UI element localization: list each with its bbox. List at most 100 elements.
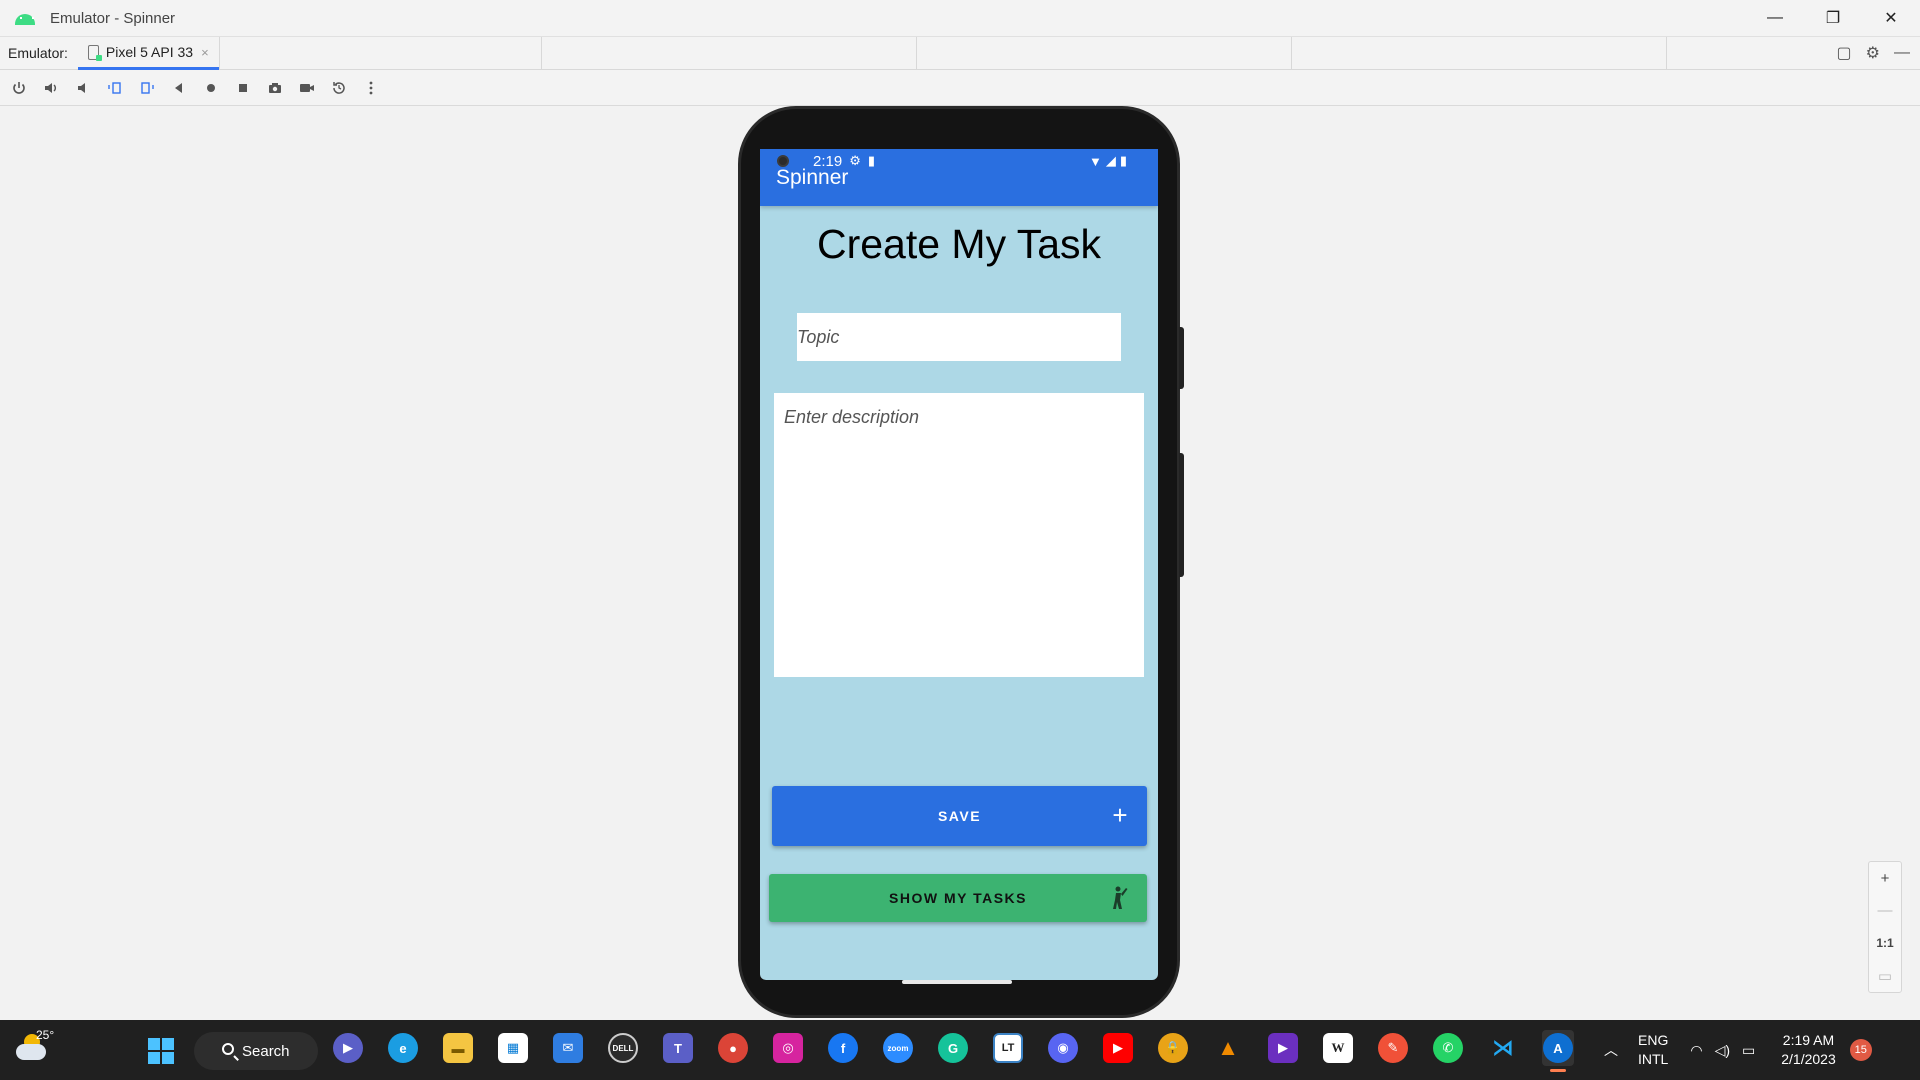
save-button[interactable]: SAVE + (772, 786, 1147, 846)
wikipedia-app-icon[interactable]: W (1322, 1030, 1354, 1066)
device-frame: Spinner Create My Task SAVE + SHOW MY TA… (738, 106, 1184, 1018)
zoom-app-icon[interactable]: zoom (882, 1030, 914, 1066)
vscode-app-icon[interactable]: ⋊ (1487, 1030, 1519, 1066)
notification-badge[interactable]: 15 (1849, 1039, 1872, 1061)
device-volume-rocker[interactable] (1179, 453, 1184, 577)
vpn-app-icon[interactable]: 🔒 (1157, 1030, 1189, 1066)
tab-close-icon[interactable]: × (201, 45, 209, 60)
device-status-bar: 2:19 ⚙ ▮ ▼ ◢ ▮ (757, 142, 1155, 180)
edge-app-icon[interactable]: e (387, 1030, 419, 1066)
restore-button[interactable]: ❐ (1804, 0, 1862, 36)
topic-input[interactable] (797, 313, 1121, 361)
emulator-toolbar (0, 70, 1920, 106)
tab-divider (1290, 37, 1666, 69)
wifi-icon: ◠ (1690, 1041, 1703, 1058)
android-studio-app-icon[interactable]: A (1542, 1030, 1574, 1072)
settings-status-icon: ⚙ (849, 153, 861, 168)
hide-panel-icon[interactable]: — (1894, 44, 1910, 62)
home-icon[interactable] (200, 77, 222, 99)
overview-icon[interactable] (232, 77, 254, 99)
whatsapp-app-icon[interactable]: ✆ (1432, 1030, 1464, 1066)
front-camera (777, 155, 789, 167)
gear-icon[interactable]: ⚙ (1866, 43, 1880, 63)
chevron-up-icon[interactable]: ︿ (1604, 1040, 1618, 1060)
device-icon (87, 44, 102, 61)
android-icon (14, 11, 36, 25)
snapshot-icon[interactable] (328, 77, 350, 99)
dock-mode-icon[interactable]: ▢ (1837, 43, 1852, 63)
windows-taskbar: 25° Search ▶ e ▬ ▦ ✉ DELL T ● ◎ f zoom G… (0, 1020, 1920, 1080)
tab-label: Pixel 5 API 33 (105, 44, 194, 60)
cell-signal-icon: ◢ (1105, 153, 1116, 168)
taskbar-clock[interactable]: 2:19 AM 2/1/2023 (1781, 1031, 1836, 1069)
file-explorer-app-icon[interactable]: ▬ (442, 1030, 474, 1066)
taskbar-search[interactable]: Search (194, 1032, 318, 1070)
fit-screen-icon[interactable]: ▭ (1872, 963, 1898, 989)
emulator-label: Emulator: (8, 45, 68, 61)
system-tray: ︿ ENG INTL ◠ ◁) ▭ 2:19 AM 2/1/2023 15 (1604, 1020, 1872, 1080)
clock-date: 2/1/2023 (1781, 1051, 1836, 1067)
sd-card-icon: ▮ (867, 153, 876, 168)
weather-widget[interactable]: 25° (12, 1028, 54, 1070)
save-button-label: SAVE (937, 808, 982, 824)
battery-charging-icon: ▭ (1742, 1041, 1756, 1058)
plus-icon: + (1112, 800, 1129, 830)
status-right-icons: ▼ ◢ ▮ (1089, 153, 1127, 169)
minimize-button[interactable]: — (1746, 0, 1804, 36)
facebook-app-icon[interactable]: f (827, 1030, 859, 1066)
device-power-button[interactable] (1179, 327, 1184, 389)
emulator-tab-row: Emulator: Pixel 5 API 33 × ▢ ⚙ — (0, 36, 1920, 70)
volume-down-icon[interactable] (72, 77, 94, 99)
meet-app-icon[interactable]: ▶ (332, 1030, 364, 1066)
window-title-bar: Emulator - Spinner — ❐ ✕ (0, 0, 1920, 36)
vlc-app-icon[interactable]: ▲ (1212, 1030, 1244, 1066)
quick-settings[interactable]: ◠ ◁) ▭ (1690, 1042, 1755, 1059)
screenshot-icon[interactable] (264, 77, 286, 99)
microsoft-store-app-icon[interactable]: ▦ (497, 1030, 529, 1066)
taskbar-apps: ▶ e ▬ ▦ ✉ DELL T ● ◎ f zoom G LT ◉ ▶ 🔒 ▲… (332, 1030, 1574, 1072)
swift-app-icon[interactable]: ✎ (1377, 1030, 1409, 1066)
teams-app-icon[interactable]: T (662, 1030, 694, 1066)
description-input[interactable] (774, 393, 1144, 677)
tab-divider (540, 37, 916, 69)
show-my-tasks-label: SHOW MY TASKS (889, 890, 1027, 906)
youtube-app-icon[interactable]: ▶ (1102, 1030, 1134, 1066)
close-window-button[interactable]: ✕ (1862, 0, 1920, 36)
speaker-icon: ◁) (1714, 1041, 1730, 1058)
visual-studio-app-icon[interactable]: ▶ (1267, 1030, 1299, 1066)
power-icon[interactable] (8, 77, 30, 99)
rotate-left-icon[interactable] (104, 77, 126, 99)
languagetool-app-icon[interactable]: LT (992, 1030, 1024, 1066)
discord-app-icon[interactable]: ◉ (1047, 1030, 1079, 1066)
window-controls: — ❐ ✕ (1746, 0, 1920, 36)
language-line-2: INTL (1638, 1051, 1669, 1067)
rotate-right-icon[interactable] (136, 77, 158, 99)
instagram-app-icon[interactable]: ◎ (772, 1030, 804, 1066)
screen-record-icon[interactable] (296, 77, 318, 99)
mail-app-icon[interactable]: ✉ (552, 1030, 584, 1066)
wifi-icon: ▼ (1088, 153, 1102, 169)
more-icon[interactable] (360, 77, 382, 99)
grammarly-app-icon[interactable]: G (937, 1030, 969, 1066)
tab-divider (218, 37, 541, 69)
start-button[interactable] (148, 1038, 174, 1064)
chrome-app-icon[interactable]: ● (717, 1030, 749, 1066)
tab-pixel-5[interactable]: Pixel 5 API 33 × (77, 37, 219, 70)
gesture-nav-handle[interactable] (902, 980, 1012, 984)
tab-divider (915, 37, 1291, 69)
actual-size-button[interactable]: 1:1 (1872, 930, 1898, 956)
zoom-in-button[interactable]: + (1872, 865, 1898, 891)
clock-time: 2:19 AM (1782, 1032, 1835, 1048)
tab-divider (1665, 37, 1667, 69)
volume-up-icon[interactable] (40, 77, 62, 99)
dell-app-icon[interactable]: DELL (607, 1030, 639, 1066)
tab-row-actions: ▢ ⚙ — (1837, 37, 1920, 69)
window-title: Emulator - Spinner (50, 9, 176, 27)
search-icon (222, 1043, 234, 1055)
back-icon[interactable] (168, 77, 190, 99)
input-language[interactable]: ENG INTL (1638, 1031, 1668, 1069)
device-screen: Spinner Create My Task SAVE + SHOW MY TA… (760, 149, 1158, 980)
show-my-tasks-button[interactable]: SHOW MY TASKS (769, 874, 1147, 922)
status-time: 2:19 (813, 152, 843, 170)
zoom-out-button[interactable]: — (1872, 898, 1898, 924)
